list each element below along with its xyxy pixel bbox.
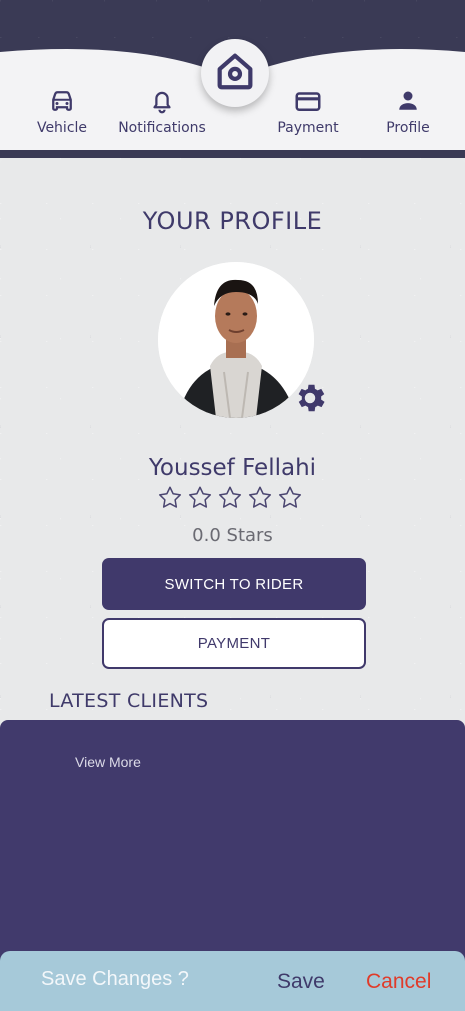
star-icon	[188, 486, 212, 508]
credit-card-icon	[263, 86, 353, 118]
nav-divider	[0, 150, 465, 158]
gear-icon[interactable]	[292, 380, 328, 420]
star-icon	[218, 486, 242, 508]
star-icon	[158, 486, 182, 508]
rating-text: 0.0 Stars	[192, 525, 273, 546]
nav-item-vehicle[interactable]: Vehicle	[17, 86, 107, 136]
payment-button[interactable]: PAYMENT	[102, 618, 366, 669]
save-button[interactable]: Save	[277, 970, 325, 994]
nav-item-payment[interactable]: Payment	[263, 86, 353, 136]
profile-photo	[158, 262, 314, 418]
nav-item-profile[interactable]: Profile	[363, 86, 453, 136]
latest-clients-title: LATEST CLIENTS	[49, 690, 209, 712]
star-rating	[156, 484, 306, 512]
person-icon	[363, 86, 453, 118]
nav-label-profile: Profile	[386, 120, 430, 136]
star-icon	[278, 486, 302, 508]
user-name: Youssef Fellahi	[148, 455, 317, 481]
nav-label-notifications: Notifications	[118, 120, 206, 136]
home-button[interactable]	[201, 39, 269, 107]
top-navigation: Vehicle Notifications Payment Profile	[0, 0, 465, 152]
car-icon	[17, 86, 107, 118]
cancel-button[interactable]: Cancel	[366, 970, 431, 994]
nav-item-notifications[interactable]: Notifications	[117, 86, 207, 136]
nav-label-vehicle: Vehicle	[36, 120, 88, 136]
switch-to-rider-button[interactable]: SWITCH TO RIDER	[102, 558, 366, 610]
save-changes-prompt: Save Changes ?	[41, 968, 189, 990]
home-icon	[212, 48, 258, 98]
page-title: YOUR PROFILE	[142, 207, 323, 235]
nav-label-payment: Payment	[277, 120, 339, 136]
avatar	[158, 262, 314, 418]
star-icon	[248, 486, 272, 508]
bell-icon	[117, 86, 207, 118]
view-more-link[interactable]: View More	[75, 754, 141, 770]
